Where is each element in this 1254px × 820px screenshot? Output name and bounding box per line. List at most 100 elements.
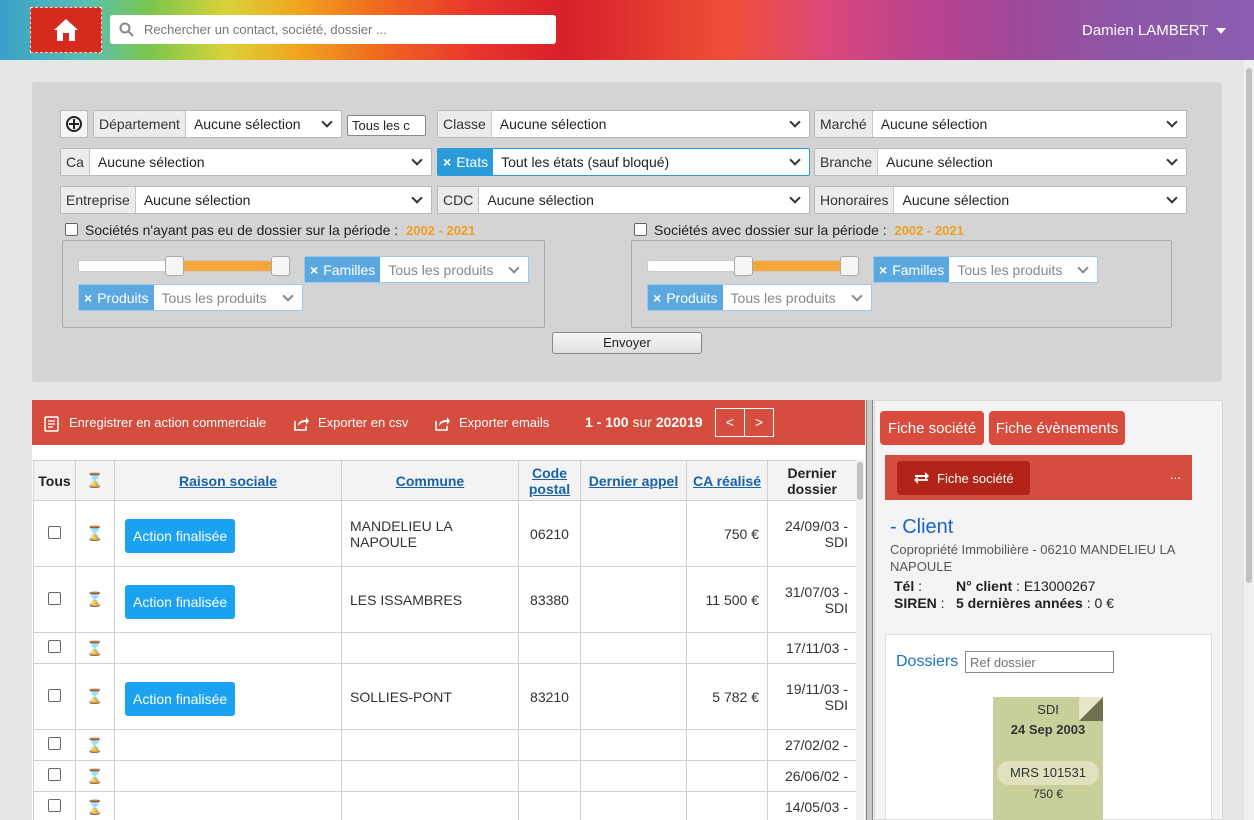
chevron-down-icon xyxy=(1166,154,1178,166)
col-tous[interactable]: Tous xyxy=(33,460,76,501)
departement-select[interactable]: Département Aucune sélection xyxy=(93,110,342,138)
panel-resize-handle[interactable] xyxy=(866,400,873,820)
row-checkbox[interactable] xyxy=(48,525,61,539)
row-commune xyxy=(341,729,519,761)
hourglass-icon: ⌛ xyxy=(86,472,104,488)
col-dernier-appel[interactable]: Dernier appel xyxy=(580,460,687,501)
page-scrollbar-thumb[interactable] xyxy=(1246,68,1252,583)
remove-icon[interactable]: × xyxy=(84,290,92,306)
classe-label: Classe xyxy=(438,111,492,137)
table-row[interactable]: ⌛ Action finalisée LES ISSAMBRES 83380 1… xyxy=(33,566,857,633)
more-options[interactable]: ... xyxy=(1170,467,1181,482)
ca-value: Aucune sélection xyxy=(97,154,205,170)
search-icon xyxy=(119,22,134,37)
remove-icon[interactable]: × xyxy=(653,290,661,306)
slider-handle-start[interactable] xyxy=(165,256,184,276)
familles-select-right[interactable]: × Familles Tous les produits xyxy=(873,256,1098,283)
fiche-societe-label: Fiche société xyxy=(937,470,1014,486)
remove-icon[interactable]: × xyxy=(879,262,887,278)
col-ca-realise[interactable]: CA réalisé xyxy=(686,460,768,501)
user-menu-caret-icon[interactable] xyxy=(1216,28,1226,34)
remove-icon[interactable]: × xyxy=(310,262,318,278)
chevron-down-icon xyxy=(508,262,520,274)
familles-value: Tous les produits xyxy=(957,261,1063,278)
remove-icon[interactable]: × xyxy=(443,154,451,170)
sans-dossier-label: Sociétés n'ayant pas eu de dossier sur l… xyxy=(85,222,399,238)
save-action-button[interactable]: Enregistrer en action commerciale xyxy=(69,415,266,430)
prev-page-button[interactable]: < xyxy=(715,408,745,437)
marche-select[interactable]: Marché Aucune sélection xyxy=(814,110,1187,138)
cdc-value: Aucune sélection xyxy=(487,192,594,208)
table-row[interactable]: ⌛ 14/05/03 - xyxy=(33,791,857,820)
row-dossier: 24/09/03 - SDI xyxy=(767,500,857,567)
action-finalisee-button[interactable]: Action finalisée xyxy=(125,682,236,716)
tab-fiche-evenements[interactable]: Fiche évènements xyxy=(989,411,1125,445)
chevron-down-icon xyxy=(851,290,863,302)
row-dossier: 17/11/03 - xyxy=(767,632,857,664)
departement-value: Aucune sélection xyxy=(193,116,301,132)
row-checkbox[interactable] xyxy=(48,688,61,702)
produits-select-right[interactable]: × Produits Tous les produits xyxy=(647,284,872,311)
entreprise-select[interactable]: Entreprise Aucune sélection xyxy=(60,186,432,214)
familles-select-left[interactable]: × Familles Tous les produits xyxy=(304,256,529,283)
hourglass-icon: ⌛ xyxy=(86,767,104,784)
num-client-value: : E13000267 xyxy=(1012,578,1096,594)
sans-dossier-checkbox[interactable] xyxy=(65,223,78,236)
table-scrollbar-thumb[interactable] xyxy=(857,462,863,500)
avec-dossier-year-sep: - xyxy=(923,223,935,238)
branche-label: Branche xyxy=(815,149,879,175)
table-scrollbar[interactable] xyxy=(856,460,864,820)
tous-les-select[interactable]: Tous les c xyxy=(347,115,426,136)
table-row[interactable]: ⌛ Action finalisée SOLLIES-PONT 83210 5 … xyxy=(33,663,857,730)
produits-select-left[interactable]: × Produits Tous les produits xyxy=(78,284,303,311)
honoraires-select[interactable]: Honoraires Aucune sélection xyxy=(814,186,1187,214)
pagination-range: 1 - 100 xyxy=(585,414,629,430)
table-row[interactable]: ⌛ 27/02/02 - xyxy=(33,729,857,761)
locate-button[interactable] xyxy=(60,110,88,138)
cdc-select[interactable]: CDC Aucune sélection xyxy=(437,186,810,214)
row-checkbox[interactable] xyxy=(48,640,61,653)
send-button[interactable]: Envoyer xyxy=(552,332,702,354)
table-row[interactable]: ⌛ 26/06/02 - xyxy=(33,760,857,792)
export-csv-button[interactable]: Exporter en csv xyxy=(318,415,408,430)
action-finalisee-button[interactable]: Action finalisée xyxy=(125,585,236,619)
row-checkbox[interactable] xyxy=(48,737,61,750)
export-emails-button[interactable]: Exporter emails xyxy=(459,415,549,430)
row-ca xyxy=(686,632,768,664)
departement-label: Département xyxy=(94,111,186,137)
row-checkbox[interactable] xyxy=(48,591,61,605)
search-input[interactable] xyxy=(110,15,556,44)
user-name[interactable]: Damien LAMBERT xyxy=(1082,22,1208,39)
col-raison-sociale[interactable]: Raison sociale xyxy=(114,460,342,501)
slider-handle-end[interactable] xyxy=(271,256,290,276)
tab-fiche-societe[interactable]: Fiche société xyxy=(880,411,984,445)
next-page-button[interactable]: > xyxy=(744,408,774,437)
table-row[interactable]: ⌛ Action finalisée MANDELIEU LA NAPOULE … xyxy=(33,500,857,567)
num-client-label: N° client xyxy=(956,578,1013,594)
slider-handle-start[interactable] xyxy=(734,256,753,276)
arrows-icon xyxy=(914,472,929,484)
hourglass-icon: ⌛ xyxy=(86,591,104,607)
classe-select[interactable]: Classe Aucune sélection xyxy=(437,110,810,138)
chevron-down-icon xyxy=(1166,192,1178,204)
chevron-down-icon xyxy=(411,192,423,204)
row-code-postal xyxy=(518,632,581,664)
slider-handle-end[interactable] xyxy=(840,256,859,276)
row-checkbox[interactable] xyxy=(48,799,61,812)
cdc-label: CDC xyxy=(438,187,480,213)
ref-dossier-input[interactable] xyxy=(965,651,1114,673)
action-finalisee-button[interactable]: Action finalisée xyxy=(125,519,236,553)
row-checkbox[interactable] xyxy=(48,768,61,781)
chevron-down-icon xyxy=(1166,116,1178,128)
home-button[interactable] xyxy=(30,7,102,53)
table-row[interactable]: ⌛ 17/11/03 - xyxy=(33,632,857,664)
hourglass-icon: ⌛ xyxy=(86,639,104,656)
col-commune[interactable]: Commune xyxy=(341,460,519,501)
col-code-postal[interactable]: Code postal xyxy=(518,460,581,501)
row-ca xyxy=(686,760,768,792)
ca-select[interactable]: Ca Aucune sélection xyxy=(60,148,432,176)
etats-select[interactable]: × Etats Tout les états (sauf bloqué) xyxy=(437,148,810,176)
branche-select[interactable]: Branche Aucune sélection xyxy=(814,148,1187,176)
row-code-postal: 83380 xyxy=(518,566,581,633)
avec-dossier-checkbox[interactable] xyxy=(634,223,647,236)
